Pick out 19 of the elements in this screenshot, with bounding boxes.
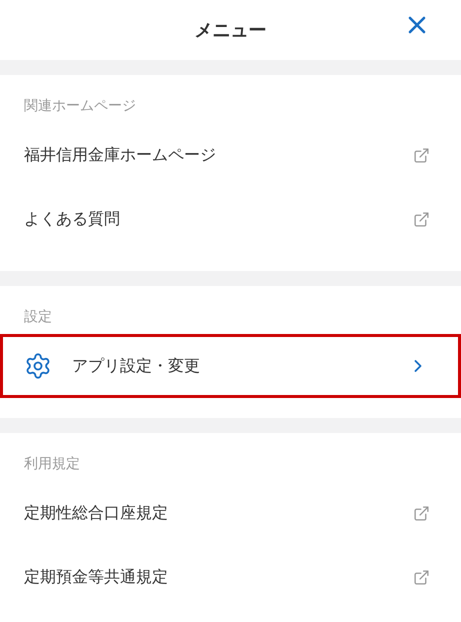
section-heading: 関連ホームページ xyxy=(24,97,136,116)
item-label: よくある質問 xyxy=(24,208,120,230)
section-heading: 設定 xyxy=(24,308,52,327)
item-label: 定期預金等共通規定 xyxy=(24,566,168,588)
external-link-icon xyxy=(413,146,430,164)
settings-icon xyxy=(24,352,52,380)
external-link-icon xyxy=(413,504,430,522)
item-label: 福井信用金庫ホームページ xyxy=(24,144,216,166)
link-item[interactable]: 定期預金等共通規定 xyxy=(0,545,461,609)
settings-item[interactable]: アプリ設定・変更 xyxy=(0,334,461,398)
external-link-icon xyxy=(413,568,430,586)
item-label: アプリ設定・変更 xyxy=(72,355,200,377)
item-label: 定期性総合口座規定 xyxy=(24,502,168,524)
section-heading: 利用規定 xyxy=(24,455,80,474)
link-item[interactable]: よくある質問 xyxy=(0,187,461,251)
header-title: メニュー xyxy=(194,18,266,42)
link-item[interactable]: 定期性総合口座規定 xyxy=(0,481,461,545)
link-item[interactable]: 福井信用金庫ホームページ xyxy=(0,123,461,187)
external-link-icon xyxy=(413,210,430,228)
